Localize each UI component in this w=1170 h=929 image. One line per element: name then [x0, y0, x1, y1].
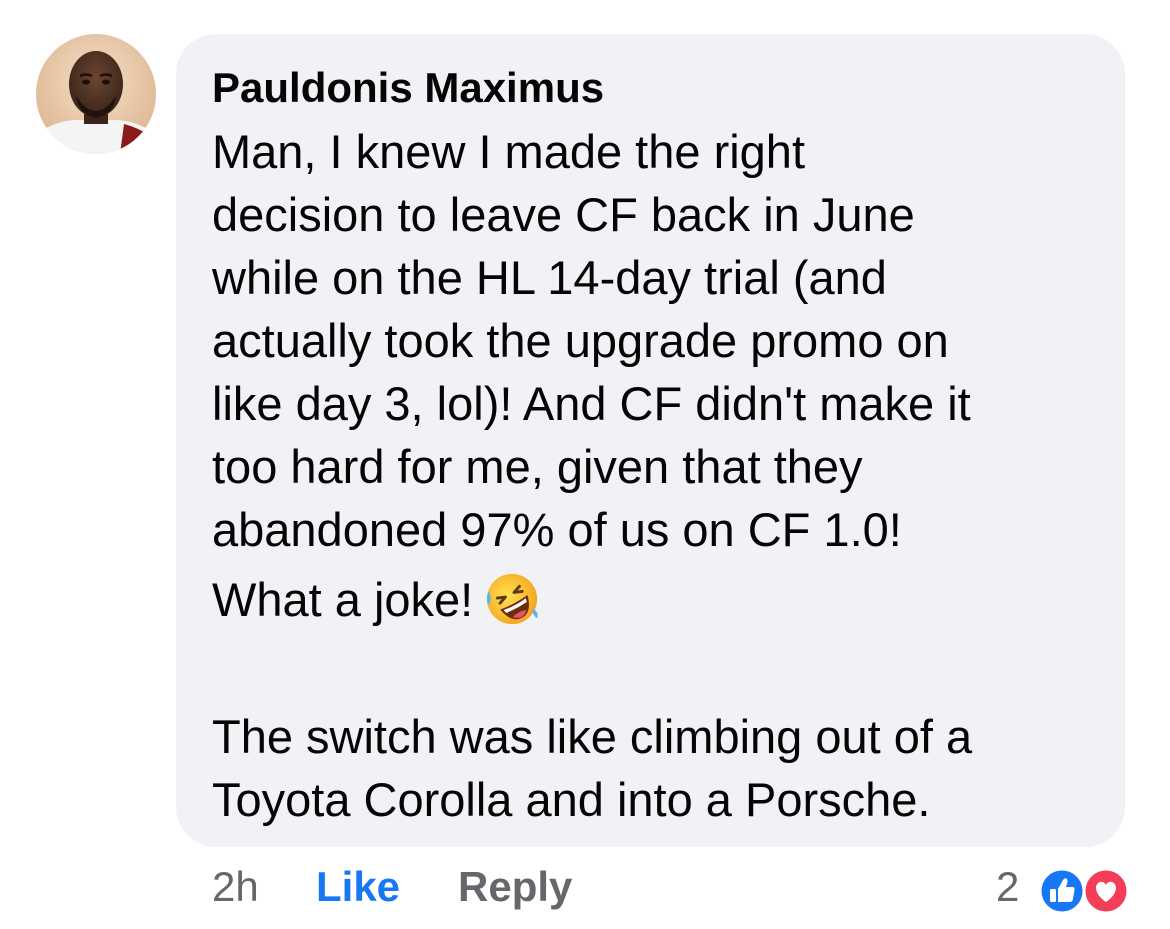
like-button[interactable]: Like — [316, 863, 400, 911]
comment-paragraph-1: Man, I knew I made the right decision to… — [212, 120, 971, 561]
comment-text-line: actually took the upgrade promo on — [212, 314, 949, 367]
comment-text-line: abandoned 97% of us on CF 1.0! — [212, 503, 902, 556]
comment-paragraph-3: The switch was like climbing out of a To… — [212, 705, 972, 831]
comment-text-line: What a joke! — [212, 568, 541, 631]
profile-photo-avatar-icon — [36, 34, 156, 154]
reply-button[interactable]: Reply — [458, 863, 572, 911]
comment-text-line: Man, I knew I made the right — [212, 125, 806, 178]
comment-text-line: Toyota Corolla and into a Porsche. — [212, 773, 931, 826]
like-reaction-icon — [1038, 867, 1086, 915]
comment-paragraph-2: What a joke! — [212, 568, 541, 631]
comment-bubble: Pauldonis Maximus Man, I knew I made the… — [176, 34, 1125, 847]
avatar[interactable] — [36, 34, 156, 154]
rolling-on-the-floor-laughing-emoji-icon — [487, 573, 538, 625]
comment-text-line: decision to leave CF back in June — [212, 188, 915, 241]
love-reaction-icon — [1082, 867, 1130, 915]
comment-timestamp[interactable]: 2h — [212, 863, 259, 911]
comment-text-line: while on the HL 14-day trial (and — [212, 251, 887, 304]
comment-text-line: The switch was like climbing out of a — [212, 710, 973, 763]
reaction-count: 2 — [996, 863, 1020, 910]
comment-text-line: like day 3, lol)! And CF didn't make it — [212, 377, 971, 430]
comment-text-span: What a joke! — [212, 573, 474, 626]
comment-author-name[interactable]: Pauldonis Maximus — [212, 64, 604, 112]
comment-text-line: too hard for me, given that they — [212, 440, 863, 493]
